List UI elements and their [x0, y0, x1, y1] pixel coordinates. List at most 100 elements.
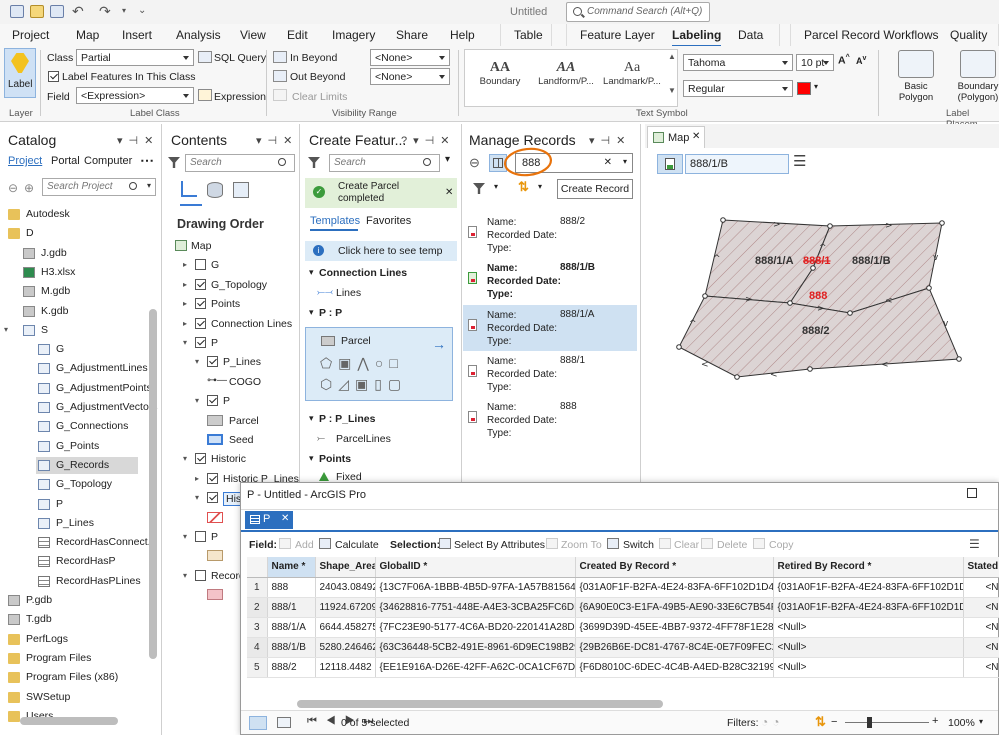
- add-field-button[interactable]: Add: [295, 539, 314, 551]
- boundary-polygon-placement-button[interactable]: Boundary (Polygon): [950, 50, 999, 106]
- style-landmark[interactable]: Aa Landmark/P...: [598, 50, 666, 106]
- style-boundary[interactable]: AA Boundary: [466, 50, 534, 106]
- layer-label[interactable]: P: [211, 531, 218, 543]
- layer-label[interactable]: P: [211, 337, 218, 349]
- table-cell[interactable]: {29B26B6E-DC81-4767-8C4E-0E7F09FEC2AE}: [575, 637, 774, 658]
- filter-icon[interactable]: [308, 157, 320, 168]
- catalog-horizontal-scrollbar[interactable]: [20, 717, 118, 725]
- show-all-records-icon[interactable]: [249, 716, 267, 730]
- layer-label[interactable]: P: [223, 395, 230, 407]
- table-cell[interactable]: <Null>: [773, 637, 964, 658]
- catalog-tab-project[interactable]: Project: [8, 155, 42, 167]
- contents-search-input[interactable]: Search: [185, 154, 295, 172]
- table-cell[interactable]: <Null>: [773, 617, 964, 638]
- table-cell[interactable]: 24043.084922: [315, 577, 376, 598]
- table-cell[interactable]: 11924.672097: [315, 597, 376, 618]
- group-p-lines[interactable]: P : P_Lines: [319, 413, 375, 425]
- font-name-dropdown[interactable]: Tahoma: [683, 54, 793, 71]
- table-row[interactable]: 188824043.084922{13C7F06A-1BBB-4B5D-97FA…: [247, 577, 999, 598]
- table-cell[interactable]: {031A0F1F-B2FA-4E24-83FA-6FF102D1D4EA}: [773, 577, 964, 598]
- clear-icon[interactable]: ✕: [604, 157, 612, 168]
- template-parcel[interactable]: Parcel → ⬠▣⋀○□ ⬡◿▣▯▢: [305, 327, 453, 401]
- font-color-dropdown-icon[interactable]: ▾: [814, 82, 818, 91]
- list-by-selection-icon[interactable]: [233, 182, 249, 198]
- class-dropdown[interactable]: Partial: [76, 49, 194, 66]
- table-cell[interactable]: 888/2: [267, 657, 316, 678]
- table-cell[interactable]: 6644.458275: [315, 617, 376, 638]
- layer-visibility-checkbox[interactable]: [195, 569, 206, 581]
- caret-expanded-icon[interactable]: ▾: [183, 532, 187, 541]
- construction-tools-row-2[interactable]: ⬡◿▣▯▢: [320, 376, 407, 393]
- expression-button[interactable]: Expression: [214, 91, 266, 103]
- catalog-search-input[interactable]: Search Project ▾: [42, 178, 156, 196]
- table-cell[interactable]: {3699D39D-45EE-4BB7-9372-4FF78F1E283D}: [575, 617, 774, 638]
- row-number-header[interactable]: [247, 557, 268, 578]
- quick-access-dropdown-icon[interactable]: ▾: [122, 6, 126, 15]
- column-header[interactable]: Shape_Area: [315, 557, 376, 578]
- font-color-swatch[interactable]: [797, 82, 811, 95]
- sql-query-button[interactable]: SQL Query: [214, 52, 266, 64]
- record-item[interactable]: Name: Recorded Date: Type: 888/1/B: [463, 258, 637, 304]
- column-header[interactable]: Created By Record *: [575, 557, 774, 578]
- layer-label[interactable]: Connection Lines: [211, 318, 292, 330]
- layer-visibility-checkbox[interactable]: [207, 492, 218, 504]
- list-by-drawing-order-icon[interactable]: [181, 181, 197, 197]
- back-icon[interactable]: ⊖: [8, 181, 18, 195]
- gallery-scroll-up-icon[interactable]: ▲: [668, 52, 676, 61]
- record-item[interactable]: Name: Recorded Date: Type: 888/1/A: [463, 304, 637, 351]
- layer-visibility-checkbox[interactable]: [207, 356, 218, 368]
- caret-expanded-icon[interactable]: ▾: [309, 267, 314, 278]
- table-cell[interactable]: {34628816-7751-448E-A4E3-3CBA25FC6DDE}: [375, 597, 576, 618]
- tab-edit[interactable]: Edit: [287, 28, 308, 42]
- increase-font-size-icon[interactable]: A^: [838, 54, 850, 67]
- tab-imagery[interactable]: Imagery: [332, 28, 375, 42]
- back-icon[interactable]: ⊖: [469, 155, 480, 171]
- column-header[interactable]: GlobalID *: [375, 557, 576, 578]
- table-cell[interactable]: {031A0F1F-B2FA-4E24-83FA-6FF102D1D4EA}: [575, 577, 774, 598]
- table-cell[interactable]: {7FC23E90-5177-4C6A-BD20-220141A28D21}: [375, 617, 576, 638]
- layer-label[interactable]: Points: [211, 298, 240, 310]
- font-style-dropdown[interactable]: Regular: [683, 80, 793, 97]
- tab-project[interactable]: Project: [12, 28, 49, 42]
- tab-help[interactable]: Help: [450, 28, 475, 42]
- row-number[interactable]: 2: [247, 597, 268, 618]
- new-project-icon[interactable]: [10, 5, 24, 18]
- layer-visibility-checkbox[interactable]: [195, 453, 206, 465]
- zoom-in-icon[interactable]: +: [932, 715, 938, 727]
- caret-collapsed-icon[interactable]: ▸: [183, 280, 187, 289]
- expression-icon[interactable]: [198, 89, 212, 101]
- switch-selection-button[interactable]: Switch: [623, 539, 654, 551]
- copy-button[interactable]: Copy: [769, 539, 794, 551]
- table-cell[interactable]: <N: [963, 597, 999, 618]
- table-cell[interactable]: 888: [267, 577, 316, 598]
- layer-label[interactable]: G_Topology: [211, 279, 267, 291]
- table-cell[interactable]: <N: [963, 657, 999, 678]
- table-row[interactable]: 3 888/1/A 6644.458275 {7FC23E90-5177-4C6A-B…: [247, 617, 999, 638]
- catalog-item[interactable]: G_Records: [36, 456, 138, 474]
- caret-expanded-icon[interactable]: ▾: [309, 413, 314, 424]
- table-cell[interactable]: {6A90E0C3-E1FA-49B5-AE90-33E6C7B54F61}: [575, 597, 774, 618]
- caret-expanded-icon[interactable]: ▾: [183, 571, 187, 580]
- table-horizontal-scrollbar[interactable]: [297, 700, 663, 708]
- layer-visibility-checkbox[interactable]: [195, 531, 206, 542]
- caret-collapsed-icon[interactable]: ▸: [183, 319, 187, 328]
- table-cell[interactable]: 888/1: [267, 597, 316, 618]
- caret-expanded-icon[interactable]: ▾: [195, 493, 199, 502]
- column-header[interactable]: Name *: [267, 557, 316, 578]
- in-beyond-scale-dropdown[interactable]: <None>: [370, 49, 450, 66]
- pane-controls[interactable]: ?▾⊣✕: [401, 134, 455, 147]
- label-button[interactable]: Label: [4, 48, 36, 98]
- basic-polygon-placement-button[interactable]: Basic Polygon: [886, 50, 946, 106]
- layer-visibility-checkbox[interactable]: [195, 298, 206, 310]
- decrease-font-size-icon[interactable]: Av: [856, 55, 866, 66]
- filter-toggle-icons[interactable]: ◔◔: [761, 715, 784, 729]
- create-record-button[interactable]: Create Record: [557, 179, 633, 199]
- zoom-slider[interactable]: [845, 722, 929, 723]
- layer-label[interactable]: G: [211, 259, 219, 271]
- clear-limits-icon[interactable]: [273, 89, 287, 101]
- redo-icon[interactable]: ↷: [99, 3, 111, 20]
- chevron-down-icon[interactable]: ▾: [494, 182, 498, 191]
- save-icon[interactable]: [50, 5, 64, 18]
- table-cell[interactable]: {F6D8010C-6DEC-4C4B-A4ED-B28C32199DCF}: [575, 657, 774, 678]
- filter-icon[interactable]: [473, 183, 485, 194]
